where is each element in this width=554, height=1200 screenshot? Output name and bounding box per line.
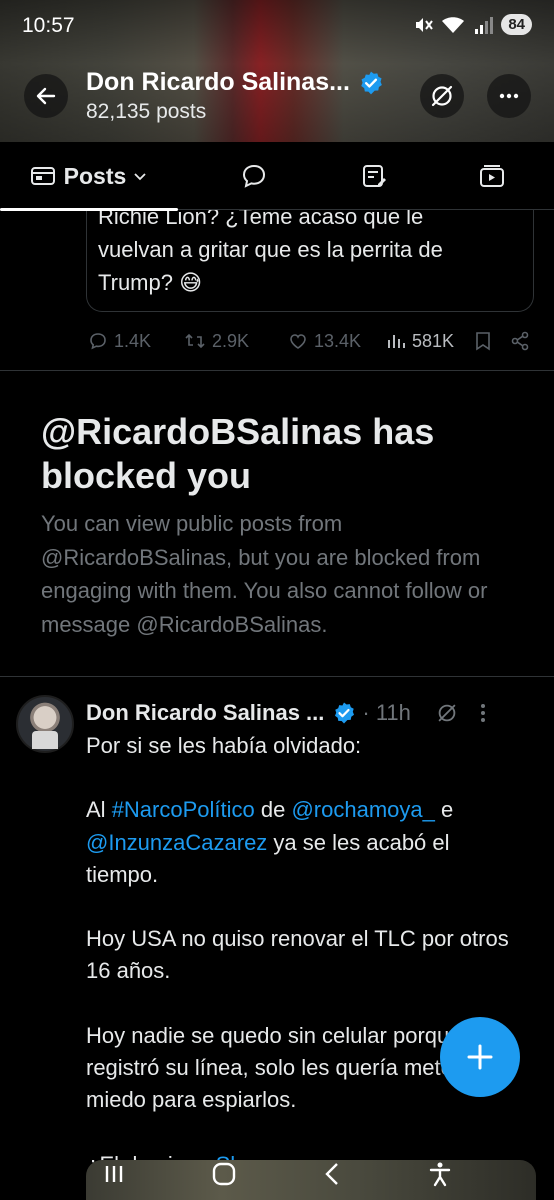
profile-header: Don Ricardo Salinas... 82,135 posts xyxy=(0,62,554,134)
repost-button[interactable]: 2.9K xyxy=(184,331,288,352)
avatar[interactable] xyxy=(16,695,74,753)
status-bar: 10:57 84 xyxy=(0,0,554,52)
back-button[interactable] xyxy=(24,74,68,118)
tweet-action-bar: 1.4K 2.9K 13.4K 581K xyxy=(88,326,538,356)
quoted-tweet-text: Richie Lion? ¿Teme acaso que le vuelvan … xyxy=(98,200,518,299)
bar-chart-icon xyxy=(388,335,405,348)
system-nav-bar xyxy=(0,1148,554,1200)
repost-count: 2.9K xyxy=(212,330,250,351)
heart-icon xyxy=(290,334,306,349)
tweet-paragraph: Hoy USA no quiso renovar el TLC por otro… xyxy=(86,926,509,984)
views-button[interactable]: 581K xyxy=(386,331,474,352)
bookmark-icon xyxy=(476,332,490,351)
back-nav-icon[interactable] xyxy=(320,1161,344,1187)
tweet-text: Por si se les había olvidado: Al #NarcoP… xyxy=(86,730,526,1181)
view-count: 581K xyxy=(412,330,455,351)
more-vertical-icon[interactable] xyxy=(479,702,487,724)
tab-posts[interactable]: Posts xyxy=(0,142,178,211)
media-icon xyxy=(480,165,504,187)
tweet-header: Don Ricardo Salinas ... · 11h xyxy=(86,698,536,728)
tweet-line: Por si se les había olvidado: xyxy=(86,733,362,758)
notifications-off-button[interactable] xyxy=(420,74,464,118)
tweet-timestamp: · 11h xyxy=(362,700,411,725)
repost-icon xyxy=(185,333,205,349)
speech-bubble-icon xyxy=(242,164,266,188)
quoted-line-3: Trump? 😅 xyxy=(98,270,203,295)
mention-link[interactable]: @InzunzaCazarez xyxy=(86,830,267,855)
profile-name: Don Ricardo Salinas... xyxy=(86,68,350,96)
profile-name-row: Don Ricardo Salinas... xyxy=(86,68,384,97)
more-options-button[interactable] xyxy=(487,74,531,118)
reply-count: 1.4K xyxy=(114,330,152,351)
bookmark-button[interactable] xyxy=(474,331,510,351)
signal-icon xyxy=(475,16,494,34)
verified-badge-icon xyxy=(361,71,382,94)
tab-articles[interactable] xyxy=(352,142,396,210)
quoted-line-2: vuelvan a gritar que es la perrita de xyxy=(98,237,443,262)
article-icon xyxy=(363,165,386,187)
text: e xyxy=(434,797,454,823)
divider xyxy=(0,676,554,677)
share-button[interactable] xyxy=(510,331,534,351)
tab-media[interactable] xyxy=(470,142,514,210)
active-tab-indicator xyxy=(0,208,178,211)
status-icons: 84 xyxy=(413,14,532,35)
more-horizontal-icon xyxy=(499,93,519,99)
like-button[interactable]: 13.4K xyxy=(288,331,386,352)
blocked-body: You can view public posts from @RicardoB… xyxy=(41,511,488,637)
verified-badge-icon xyxy=(335,702,355,724)
arrow-left-icon xyxy=(36,87,56,105)
bell-slash-icon[interactable] xyxy=(435,701,459,725)
reply-icon xyxy=(90,333,106,350)
posts-tab-icon xyxy=(30,167,55,185)
tweet-paragraph: Al #NarcoPolítico de @rochamoya_ e @Inzun… xyxy=(86,794,526,891)
like-count: 13.4K xyxy=(314,330,362,351)
chevron-down-icon xyxy=(134,173,146,181)
reply-button[interactable]: 1.4K xyxy=(88,331,184,352)
text: de xyxy=(254,797,292,823)
wifi-icon xyxy=(442,16,465,33)
compose-button[interactable] xyxy=(440,1017,520,1097)
battery-indicator: 84 xyxy=(501,14,532,35)
share-icon xyxy=(511,331,529,351)
post-count: 82,135 posts xyxy=(86,100,207,123)
plus-icon xyxy=(467,1044,493,1070)
blocked-title: @RicardoBSalinas has blocked you xyxy=(41,411,435,496)
text: Al xyxy=(86,797,112,823)
tab-replies[interactable] xyxy=(232,142,276,210)
hashtag-link[interactable]: #NarcoPolítico xyxy=(112,797,255,822)
mute-icon xyxy=(416,17,434,32)
profile-tabs: Posts xyxy=(0,142,554,211)
tweet-author-name[interactable]: Don Ricardo Salinas ... xyxy=(86,700,324,726)
recent-apps-icon[interactable] xyxy=(101,1161,127,1187)
bell-slash-icon xyxy=(431,85,453,107)
accessibility-icon[interactable] xyxy=(427,1161,453,1187)
status-time: 10:57 xyxy=(22,14,75,37)
tab-posts-label: Posts xyxy=(63,162,127,189)
mention-link[interactable]: @rochamoya_ xyxy=(291,797,434,822)
home-icon[interactable] xyxy=(210,1160,238,1188)
divider xyxy=(0,370,554,371)
